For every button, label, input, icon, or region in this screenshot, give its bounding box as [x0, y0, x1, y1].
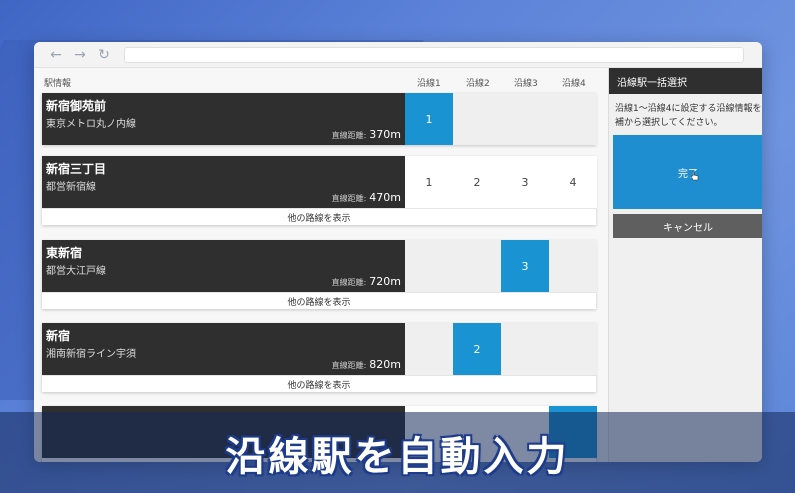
line-slot-2[interactable]	[453, 93, 501, 145]
reload-icon[interactable]: ↻	[92, 47, 116, 63]
panel-description-line1: 沿線1～沿線4に設定する沿線情報を	[615, 104, 762, 114]
line-slot-2[interactable]: 2	[453, 323, 501, 375]
station-name: 新宿	[46, 329, 71, 343]
line-slot-4[interactable]	[549, 93, 597, 145]
browser-toolbar: ← → ↻	[34, 42, 762, 68]
bulk-select-panel: 沿線駅一括選択 沿線1～沿線4に設定する沿線情報を 補から選択してください。 完…	[608, 68, 762, 462]
station-name: 新宿三丁目	[46, 162, 107, 176]
panel-description-line2: 補から選択してください。	[615, 118, 723, 128]
distance-label: 直線距離:	[331, 131, 367, 140]
line-slot-2[interactable]: 2	[453, 156, 501, 208]
line-slot-3[interactable]: 3	[501, 240, 549, 292]
station-card: 東新宿都営大江戸線直線距離: 720m 3 他の路線を表示	[42, 240, 597, 309]
back-arrow-icon[interactable]: ←	[44, 47, 68, 63]
done-button[interactable]: 完了	[613, 135, 762, 209]
distance-label: 直線距離:	[331, 361, 367, 370]
distance-label: 直線距離:	[331, 278, 367, 287]
station-card-top: 新宿御苑前 東京メトロ丸ノ内線 直線距離: 370m 1	[42, 93, 597, 145]
distance-value: 720m	[369, 275, 401, 288]
station-line: 東京メトロ丸ノ内線	[46, 119, 136, 130]
line-slot-1[interactable]	[405, 240, 453, 292]
line-slot-1[interactable]: 1	[405, 156, 453, 208]
station-name: 新宿御苑前	[46, 99, 107, 113]
line-slot-3[interactable]: 3	[501, 156, 549, 208]
column-header-line2: 沿線2	[466, 79, 490, 89]
show-other-lines-link[interactable]: 他の路線を表示	[42, 208, 596, 225]
show-other-lines-link[interactable]: 他の路線を表示	[42, 292, 596, 309]
station-block: 新宿三丁目都営新宿線直線距離: 470m	[42, 156, 405, 208]
line-slot-1[interactable]: 1	[405, 93, 453, 145]
column-header-line4: 沿線4	[562, 79, 586, 89]
station-info-header: 駅情報	[44, 79, 72, 89]
distance-label: 直線距離:	[331, 194, 367, 203]
station-distance: 直線距離: 720m	[332, 275, 401, 288]
station-card: 新宿湘南新宿ライン宇須直線距離: 820m 2 他の路線を表示	[42, 323, 597, 392]
station-block: 東新宿都営大江戸線直線距離: 720m	[42, 240, 405, 292]
station-card: 新宿三丁目 都営新宿線 直線距離: 470m 1 2 3 4 他の路線を表示	[42, 156, 597, 225]
column-header-line3: 沿線3	[514, 79, 538, 89]
distance-value: 820m	[369, 358, 401, 371]
caption-text: 沿線駅を自動入力	[225, 433, 570, 480]
line-slot-4[interactable]: 4	[549, 156, 597, 208]
station-line: 都営大江戸線	[46, 266, 106, 277]
hand-cursor-icon	[691, 171, 699, 181]
station-card-top: 新宿三丁目 都営新宿線 直線距離: 470m 1 2 3 4	[42, 156, 597, 208]
station-card: 新宿御苑前 東京メトロ丸ノ内線 直線距離: 370m 1	[42, 93, 597, 145]
station-distance: 直線距離: 820m	[332, 358, 401, 371]
caption-banner: 沿線駅を自動入力	[0, 412, 795, 493]
line-slot-4[interactable]	[549, 240, 597, 292]
station-line: 都営新宿線	[46, 182, 96, 193]
station-card-top: 新宿湘南新宿ライン宇須直線距離: 820m 2	[42, 323, 597, 375]
line-slot-1[interactable]	[405, 323, 453, 375]
panel-title: 沿線駅一括選択	[609, 68, 762, 94]
line-slot-2[interactable]	[453, 240, 501, 292]
column-header-line1: 沿線1	[417, 79, 441, 89]
page-content: 駅情報 沿線1 沿線2 沿線3 沿線4 新宿御苑前 東京メトロ丸ノ内線 直線距離: 3…	[34, 68, 762, 462]
distance-value: 370m	[369, 128, 401, 141]
distance-value: 470m	[369, 191, 401, 204]
panel-description: 沿線1～沿線4に設定する沿線情報を 補から選択してください。	[609, 94, 762, 130]
cancel-button[interactable]: キャンセル	[613, 214, 762, 238]
station-line: 湘南新宿ライン宇須	[46, 349, 136, 360]
station-distance: 直線距離: 370m	[332, 128, 401, 141]
station-block: 新宿湘南新宿ライン宇須直線距離: 820m	[42, 323, 405, 375]
line-slot-4[interactable]	[549, 323, 597, 375]
address-bar[interactable]	[124, 46, 744, 63]
show-other-lines-link[interactable]: 他の路線を表示	[42, 375, 596, 392]
line-slot-3[interactable]	[501, 323, 549, 375]
station-block: 新宿御苑前東京メトロ丸ノ内線直線距離: 370m	[42, 93, 405, 145]
browser-window: ← → ↻ 駅情報 沿線1 沿線2 沿線3 沿線4 新宿御苑前東京メトロ丸ノ内線…	[34, 42, 762, 462]
forward-arrow-icon[interactable]: →	[68, 47, 92, 63]
station-distance: 直線距離: 470m	[332, 191, 401, 204]
line-slot-3[interactable]	[501, 93, 549, 145]
station-name: 東新宿	[46, 246, 83, 260]
station-card-top: 東新宿都営大江戸線直線距離: 720m 3	[42, 240, 597, 292]
